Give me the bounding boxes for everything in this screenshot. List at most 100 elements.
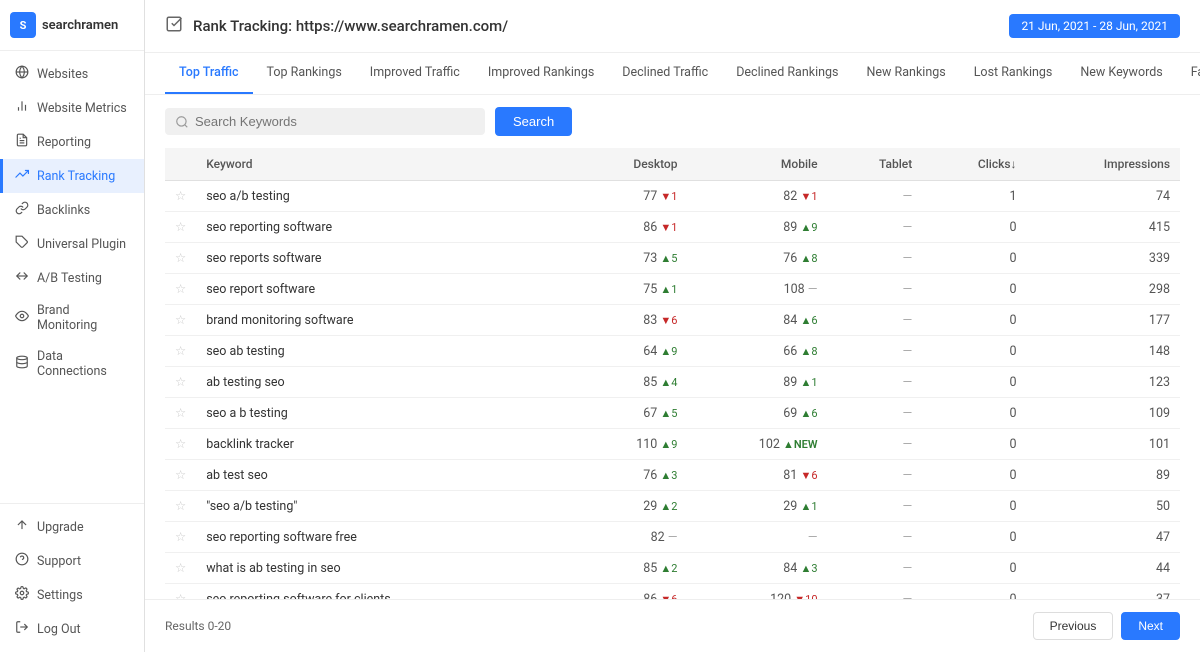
mobile-cell: 102 ▲NEW (687, 429, 827, 460)
tab-declined-traffic[interactable]: Declined Traffic (608, 53, 722, 94)
desktop-cell: 83 ▼6 (560, 305, 688, 336)
favorite-star[interactable]: ☆ (165, 460, 196, 491)
mobile-cell: 108 — (687, 274, 827, 305)
sidebar-bottom: Upgrade Support Settings Log Out (0, 503, 144, 652)
sidebar-item-upgrade[interactable]: Upgrade (0, 510, 144, 544)
tablet-cell: — (828, 398, 923, 429)
search-icon (175, 115, 189, 129)
impressions-cell: 89 (1027, 460, 1180, 491)
favorite-star[interactable]: ☆ (165, 212, 196, 243)
sidebar-item-data-connections[interactable]: Data Connections (0, 341, 144, 387)
table-row: ☆ ab test seo 76 ▲3 81 ▼6 — 0 89 (165, 460, 1180, 491)
sidebar-item-label: Log Out (37, 622, 81, 637)
rank-up: ▲2 (660, 562, 677, 575)
sidebar-item-label: Upgrade (37, 520, 84, 535)
search-input[interactable] (195, 114, 475, 129)
clicks-cell: 0 (922, 274, 1026, 305)
tab-top-traffic[interactable]: Top Traffic (165, 53, 253, 94)
sidebar-item-label: Reporting (37, 135, 91, 150)
rank-up: ▲5 (660, 252, 677, 265)
date-range-badge[interactable]: 21 Jun, 2021 - 28 Jun, 2021 (1009, 14, 1180, 38)
rank-up: ▲6 (800, 407, 817, 420)
tab-top-rankings[interactable]: Top Rankings (253, 53, 356, 94)
keyword-cell: "seo a/b testing" (196, 491, 560, 522)
sidebar-item-label: Rank Tracking (37, 169, 115, 184)
clicks-cell: 0 (922, 491, 1026, 522)
table-row: ☆ backlink tracker 110 ▲9 102 ▲NEW — 0 1… (165, 429, 1180, 460)
favorite-star[interactable]: ☆ (165, 491, 196, 522)
rank-up: ▲8 (800, 345, 817, 358)
favorite-star[interactable]: ☆ (165, 367, 196, 398)
globe-icon (15, 65, 29, 83)
rank-down: ▼1 (660, 221, 677, 234)
tab-new-keywords[interactable]: New Keywords (1066, 53, 1176, 94)
sidebar-item-rank-tracking[interactable]: Rank Tracking (0, 159, 144, 193)
rank-tracking-icon (165, 15, 183, 37)
col-keyword: Keyword (196, 148, 560, 181)
sidebar-item-label: A/B Testing (37, 271, 102, 286)
sidebar-item-brand-monitoring[interactable]: Brand Monitoring (0, 295, 144, 341)
favorite-star[interactable]: ☆ (165, 336, 196, 367)
sidebar-item-websites[interactable]: Websites (0, 57, 144, 91)
sidebar-item-support[interactable]: Support (0, 544, 144, 578)
link-icon (15, 201, 29, 219)
table-row: ☆ seo ab testing 64 ▲9 66 ▲8 — 0 148 (165, 336, 1180, 367)
tab-favorites[interactable]: Favorites (1177, 53, 1200, 94)
favorite-star[interactable]: ☆ (165, 398, 196, 429)
col-desktop: Desktop (560, 148, 688, 181)
keyword-cell: backlink tracker (196, 429, 560, 460)
keyword-cell: seo a/b testing (196, 181, 560, 212)
rank-up: ▲3 (660, 469, 677, 482)
rank-up: ▲1 (660, 283, 677, 296)
favorite-star[interactable]: ☆ (165, 181, 196, 212)
sidebar-item-label: Settings (37, 588, 83, 603)
search-button[interactable]: Search (495, 107, 572, 136)
tablet-cell: — (828, 336, 923, 367)
tab-lost-rankings[interactable]: Lost Rankings (960, 53, 1067, 94)
impressions-cell: 415 (1027, 212, 1180, 243)
favorite-star[interactable]: ☆ (165, 305, 196, 336)
table-header-row: Keyword Desktop Mobile Tablet Clicks↓ Im… (165, 148, 1180, 181)
rank-up: ▲8 (800, 252, 817, 265)
clicks-cell: 0 (922, 305, 1026, 336)
keywords-table-container: Keyword Desktop Mobile Tablet Clicks↓ Im… (145, 148, 1200, 599)
sidebar: S searchramen WebsitesWebsite MetricsRep… (0, 0, 145, 652)
tab-improved-rankings[interactable]: Improved Rankings (474, 53, 608, 94)
mobile-cell: 81 ▼6 (687, 460, 827, 491)
tab-improved-traffic[interactable]: Improved Traffic (356, 53, 474, 94)
rank-down: ▼1 (660, 190, 677, 203)
logo-text: searchramen (42, 18, 118, 33)
favorite-star[interactable]: ☆ (165, 553, 196, 584)
favorite-star[interactable]: ☆ (165, 522, 196, 553)
col-clicks: Clicks↓ (922, 148, 1026, 181)
favorite-star[interactable]: ☆ (165, 429, 196, 460)
favorite-star[interactable]: ☆ (165, 243, 196, 274)
sidebar-item-settings[interactable]: Settings (0, 578, 144, 612)
tab-new-rankings[interactable]: New Rankings (853, 53, 960, 94)
sidebar-item-reporting[interactable]: Reporting (0, 125, 144, 159)
sidebar-item-backlinks[interactable]: Backlinks (0, 193, 144, 227)
tablet-cell: — (828, 491, 923, 522)
favorite-star[interactable]: ☆ (165, 274, 196, 305)
keyword-cell: seo ab testing (196, 336, 560, 367)
bar-chart-icon (15, 99, 29, 117)
sidebar-item-label: Universal Plugin (37, 237, 126, 252)
impressions-cell: 44 (1027, 553, 1180, 584)
sidebar-item-website-metrics[interactable]: Website Metrics (0, 91, 144, 125)
clicks-cell: 0 (922, 553, 1026, 584)
mobile-cell: 84 ▲6 (687, 305, 827, 336)
favorite-star[interactable]: ☆ (165, 584, 196, 600)
col-impressions: Impressions (1027, 148, 1180, 181)
impressions-cell: 101 (1027, 429, 1180, 460)
clicks-cell: 0 (922, 212, 1026, 243)
sidebar-item-universal-plugin[interactable]: Universal Plugin (0, 227, 144, 261)
mobile-cell: — (687, 522, 827, 553)
rank-up: ▲9 (660, 345, 677, 358)
sidebar-item-ab-testing[interactable]: A/B Testing (0, 261, 144, 295)
search-input-wrap (165, 108, 485, 135)
tab-declined-rankings[interactable]: Declined Rankings (722, 53, 852, 94)
sidebar-item-logout[interactable]: Log Out (0, 612, 144, 646)
next-button[interactable]: Next (1121, 612, 1180, 640)
previous-button[interactable]: Previous (1033, 612, 1114, 640)
tablet-cell: — (828, 367, 923, 398)
